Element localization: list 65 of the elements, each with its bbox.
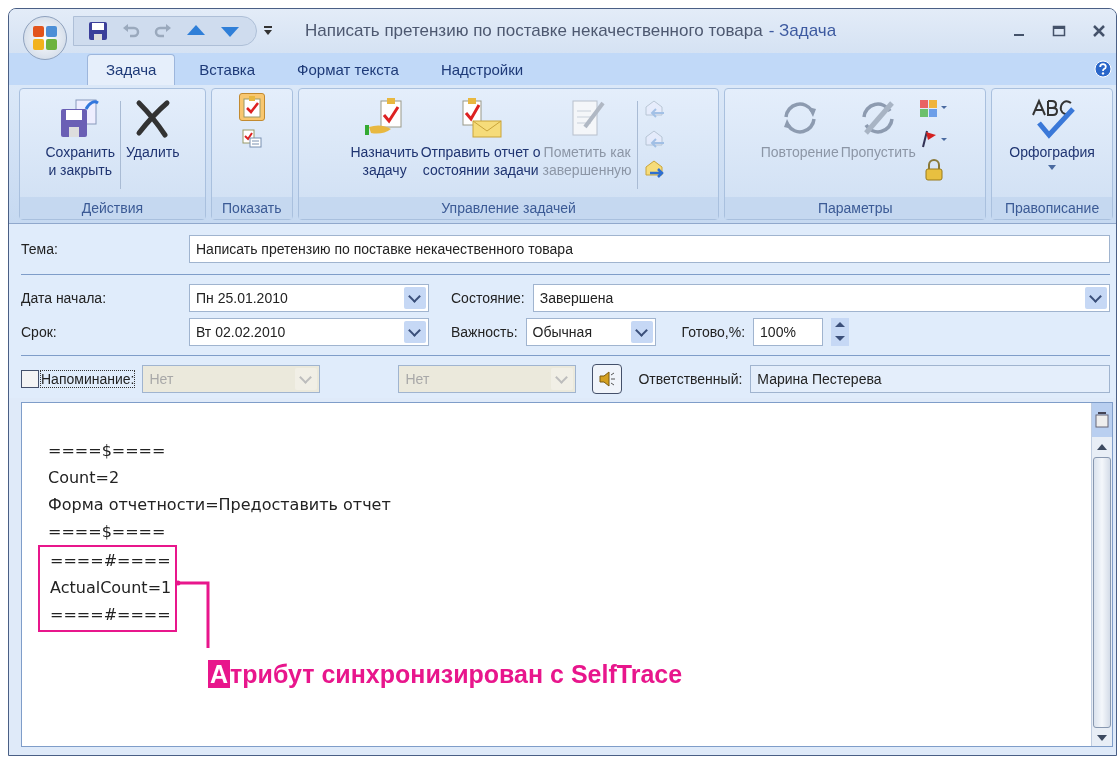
window-split-icon <box>1095 412 1109 428</box>
due-date-label: Срок: <box>21 324 58 340</box>
group-label: Параметры <box>725 197 986 219</box>
percent-complete-field[interactable]: 100% <box>753 318 824 346</box>
annotation-marker: А <box>208 660 231 688</box>
body-line: Форма отчетности=Предоставить отчет <box>48 494 392 516</box>
body-line: ====#==== <box>50 604 172 626</box>
app-name: - Задача <box>768 21 837 41</box>
send-status-report-button[interactable]: Отправить отчет о состоянии задачи <box>419 93 542 183</box>
group-label: Правописание <box>992 197 1112 219</box>
task-body[interactable]: ====$==== Count=2 Форма отчетности=Предоставить отчет ====$==== ====#==== ActualCount=1 ====#==== Атрибут синхронизирован с SelfTrace <box>21 402 1113 747</box>
body-line: ActualCount=1 <box>50 577 172 599</box>
owner-field[interactable]: Марина Пестерева <box>750 365 1110 393</box>
percent-complete-label: Готово,%: <box>681 324 746 340</box>
reminder-sound-button[interactable] <box>592 364 623 394</box>
body-line: Count=2 <box>48 467 121 489</box>
group-label: Действия <box>20 197 205 219</box>
group-label: Управление задачей <box>298 197 719 219</box>
scroll-down-icon[interactable] <box>1096 734 1108 742</box>
scroll-thumb[interactable] <box>1093 457 1111 728</box>
assign-task-button[interactable]: Назначить задачу <box>349 93 420 183</box>
ribbon-tab[interactable]: Задача <box>87 54 176 85</box>
delete-button[interactable]: Удалить <box>124 93 181 165</box>
reminder-label: Напоминание: <box>41 371 135 387</box>
start-date-dropdown[interactable]: Пн 25.01.2010 <box>189 284 429 312</box>
task-view-button[interactable] <box>238 93 265 121</box>
spelling-button[interactable]: Орфография <box>1008 93 1096 174</box>
office-button[interactable] <box>23 16 67 60</box>
maximize-icon[interactable] <box>1052 24 1066 38</box>
speaker-icon <box>597 369 618 389</box>
envelope-arrow-icon <box>643 99 666 119</box>
start-date-label: Дата начала: <box>21 290 108 306</box>
ribbon-tab[interactable]: Вставка <box>181 55 274 85</box>
save-and-close-button[interactable]: Сохранить и закрыть <box>44 93 116 183</box>
scrollbar[interactable] <box>1091 403 1112 746</box>
subject-label: Тема: <box>21 241 59 257</box>
ribbon-tab[interactable]: Формат текста <box>279 55 417 85</box>
four-squares-logo-icon <box>30 23 60 53</box>
help-icon[interactable] <box>1094 60 1112 78</box>
customize-menu-icon[interactable] <box>263 25 273 37</box>
padlock-icon <box>923 159 944 181</box>
status-label: Состояние: <box>451 290 525 306</box>
status-dropdown[interactable]: Завершена <box>532 284 1110 312</box>
subject-field[interactable]: Написать претензию по поставке некачественного товара <box>189 235 1110 263</box>
due-date-dropdown[interactable]: Вт 02.02.2010 <box>189 318 429 346</box>
color-squares-icon <box>918 99 949 119</box>
annotation-text: трибут синхронизирован с SelfTrace <box>230 660 683 688</box>
ribbon-tab[interactable]: Надстройки <box>422 55 542 85</box>
priority-dropdown[interactable]: Обычная <box>525 318 656 346</box>
window-title: Написать претензию по поставке некачественного товара <box>305 21 763 41</box>
spin-buttons[interactable] <box>831 318 850 346</box>
body-line: ====#==== <box>50 550 172 572</box>
envelope-arrow-icon <box>643 159 666 179</box>
owner-label: Ответственный: <box>638 371 743 387</box>
clipboard-list-icon <box>240 127 263 149</box>
scroll-up-icon[interactable] <box>1096 443 1108 451</box>
body-line: ====$==== <box>48 521 167 543</box>
close-icon[interactable] <box>1092 24 1106 38</box>
priority-label: Важность: <box>451 324 518 340</box>
group-label: Показать <box>211 197 292 219</box>
save-icon[interactable] <box>88 21 108 41</box>
body-line: ====$==== <box>48 440 167 462</box>
clipboard-check-icon <box>240 95 263 119</box>
envelope-arrow-icon <box>643 129 666 149</box>
dropdown-arrow-icon <box>1048 165 1057 170</box>
